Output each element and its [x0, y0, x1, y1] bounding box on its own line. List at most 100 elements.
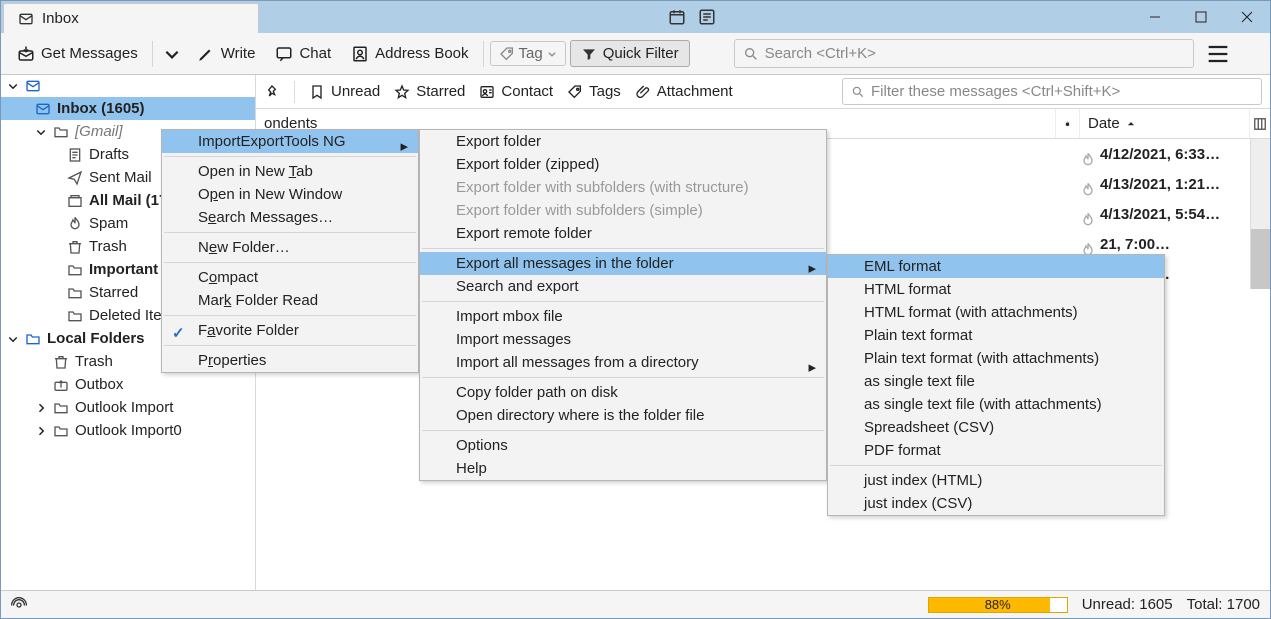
- scrollbar-track[interactable]: [1250, 259, 1270, 289]
- tag-label: Tag: [519, 45, 543, 62]
- menu-item[interactable]: Copy folder path on disk: [420, 381, 826, 404]
- maximize-button[interactable]: [1178, 1, 1224, 33]
- filter-icon: [581, 46, 597, 62]
- menu-compact[interactable]: Compact: [162, 266, 418, 289]
- mail-icon: [18, 11, 34, 27]
- menu-item[interactable]: Export remote folder: [420, 222, 826, 245]
- sidebar-item-label: Outlook Import0: [75, 422, 182, 439]
- menu-item[interactable]: Plain text format: [828, 324, 1164, 347]
- column-picker-icon: [1253, 117, 1267, 131]
- write-button[interactable]: Write: [189, 41, 264, 67]
- menu-favorite-folder[interactable]: ✓Favorite Folder: [162, 319, 418, 342]
- menu-item[interactable]: Import mbox file: [420, 305, 826, 328]
- global-search-input[interactable]: Search <Ctrl+K>: [734, 39, 1194, 68]
- scrollbar-track[interactable]: [1250, 169, 1270, 199]
- sidebar-item[interactable]: Outbox: [1, 373, 255, 396]
- folder-type-icon: [67, 285, 83, 301]
- menu-item[interactable]: HTML format: [828, 278, 1164, 301]
- menu-item[interactable]: as single text file (with attachments): [828, 393, 1164, 416]
- quick-filter-button[interactable]: Quick Filter: [570, 40, 690, 67]
- tag-icon: [567, 84, 583, 100]
- msg-date: 4/12/2021, 6:33…: [1080, 146, 1250, 163]
- menu-new-folder[interactable]: New Folder…: [162, 236, 418, 259]
- sidebar-item-label: Inbox (1605): [57, 100, 145, 117]
- menu-item[interactable]: Spreadsheet (CSV): [828, 416, 1164, 439]
- sidebar-item-label: Starred: [89, 284, 138, 301]
- scrollbar-track[interactable]: [1250, 199, 1270, 229]
- filter-starred[interactable]: Starred: [394, 83, 465, 100]
- menu-item[interactable]: Export folder (zipped): [420, 153, 826, 176]
- msg-date: 4/13/2021, 1:21…: [1080, 176, 1250, 193]
- message-filter-input[interactable]: Filter these messages <Ctrl+Shift+K>: [842, 78, 1262, 105]
- menu-item[interactable]: PDF format: [828, 439, 1164, 462]
- menu-item[interactable]: EML format: [828, 255, 1164, 278]
- sidebar-item[interactable]: Inbox (1605): [1, 97, 255, 120]
- sidebar-item-label: Drafts: [89, 146, 129, 163]
- menu-open-new-window[interactable]: Open in New Window: [162, 183, 418, 206]
- folder-type-icon: [53, 354, 69, 370]
- quick-filter-label: Quick Filter: [603, 45, 679, 62]
- menu-item: Export folder with subfolders (with stru…: [420, 176, 826, 199]
- activity-icon[interactable]: [11, 597, 27, 613]
- menu-separator: [164, 232, 416, 233]
- menu-search-messages[interactable]: Search Messages…: [162, 206, 418, 229]
- address-book-icon: [351, 45, 369, 63]
- chat-icon: [275, 45, 293, 63]
- menu-separator: [164, 315, 416, 316]
- menu-item[interactable]: Plain text format (with attachments): [828, 347, 1164, 370]
- menu-mark-folder-read[interactable]: Mark Folder Read: [162, 289, 418, 312]
- filter-unread[interactable]: Unread: [309, 83, 380, 100]
- minimize-button[interactable]: [1132, 1, 1178, 33]
- scrollbar-track[interactable]: [1250, 139, 1270, 169]
- menu-item[interactable]: Help: [420, 457, 826, 480]
- menu-item[interactable]: Export folder: [420, 130, 826, 153]
- menu-item[interactable]: Export all messages in the folder▸: [420, 252, 826, 275]
- sidebar-item[interactable]: Outlook Import0: [1, 419, 255, 442]
- filter-contact[interactable]: Contact: [479, 83, 553, 100]
- filter-tags[interactable]: Tags: [567, 83, 621, 100]
- chevron-right-icon: [35, 402, 47, 414]
- menu-item[interactable]: just index (HTML): [828, 469, 1164, 492]
- menu-separator: [164, 262, 416, 263]
- menu-item[interactable]: Search and export: [420, 275, 826, 298]
- menu-properties[interactable]: Properties: [162, 349, 418, 372]
- folder-type-icon: [53, 400, 69, 416]
- app-menu-button[interactable]: [1204, 40, 1232, 68]
- menu-item[interactable]: Import messages: [420, 328, 826, 351]
- get-messages-dropdown[interactable]: [159, 41, 185, 67]
- filter-placeholder: Filter these messages <Ctrl+Shift+K>: [871, 83, 1120, 100]
- calendar-icon[interactable]: [668, 8, 686, 26]
- export-format-submenu: EML formatHTML formatHTML format (with a…: [827, 254, 1165, 516]
- menu-import-export-tools[interactable]: ImportExportTools NG▸: [162, 130, 418, 153]
- menu-item[interactable]: Import all messages from a directory▸: [420, 351, 826, 374]
- folder-type-icon: [67, 262, 83, 278]
- tab-inbox[interactable]: Inbox: [3, 3, 259, 33]
- sidebar-item[interactable]: Outlook Import: [1, 396, 255, 419]
- status-total: Total: 1700: [1187, 596, 1260, 613]
- chat-label: Chat: [299, 45, 331, 62]
- get-messages-button[interactable]: Get Messages: [9, 41, 146, 67]
- filter-attachment[interactable]: Attachment: [635, 83, 733, 100]
- account-row[interactable]: [1, 75, 255, 97]
- chat-button[interactable]: Chat: [267, 41, 339, 67]
- menu-item[interactable]: just index (CSV): [828, 492, 1164, 515]
- menu-item[interactable]: as single text file: [828, 370, 1164, 393]
- pin-filter[interactable]: [264, 84, 280, 100]
- column-picker[interactable]: [1250, 117, 1270, 131]
- col-quickread[interactable]: [1056, 109, 1080, 138]
- menu-item[interactable]: Open directory where is the folder file: [420, 404, 826, 427]
- scrollbar-track[interactable]: [1250, 229, 1270, 259]
- tasks-icon[interactable]: [698, 8, 716, 26]
- separator: [294, 81, 295, 103]
- menu-separator: [422, 377, 824, 378]
- write-label: Write: [221, 45, 256, 62]
- menu-separator: [422, 248, 824, 249]
- menu-separator: [164, 345, 416, 346]
- address-book-button[interactable]: Address Book: [343, 41, 476, 67]
- menu-item[interactable]: HTML format (with attachments): [828, 301, 1164, 324]
- close-button[interactable]: [1224, 1, 1270, 33]
- menu-item[interactable]: Options: [420, 434, 826, 457]
- tag-button[interactable]: Tag: [490, 41, 566, 66]
- menu-open-new-tab[interactable]: Open in New Tab: [162, 160, 418, 183]
- col-date[interactable]: Date: [1080, 109, 1250, 138]
